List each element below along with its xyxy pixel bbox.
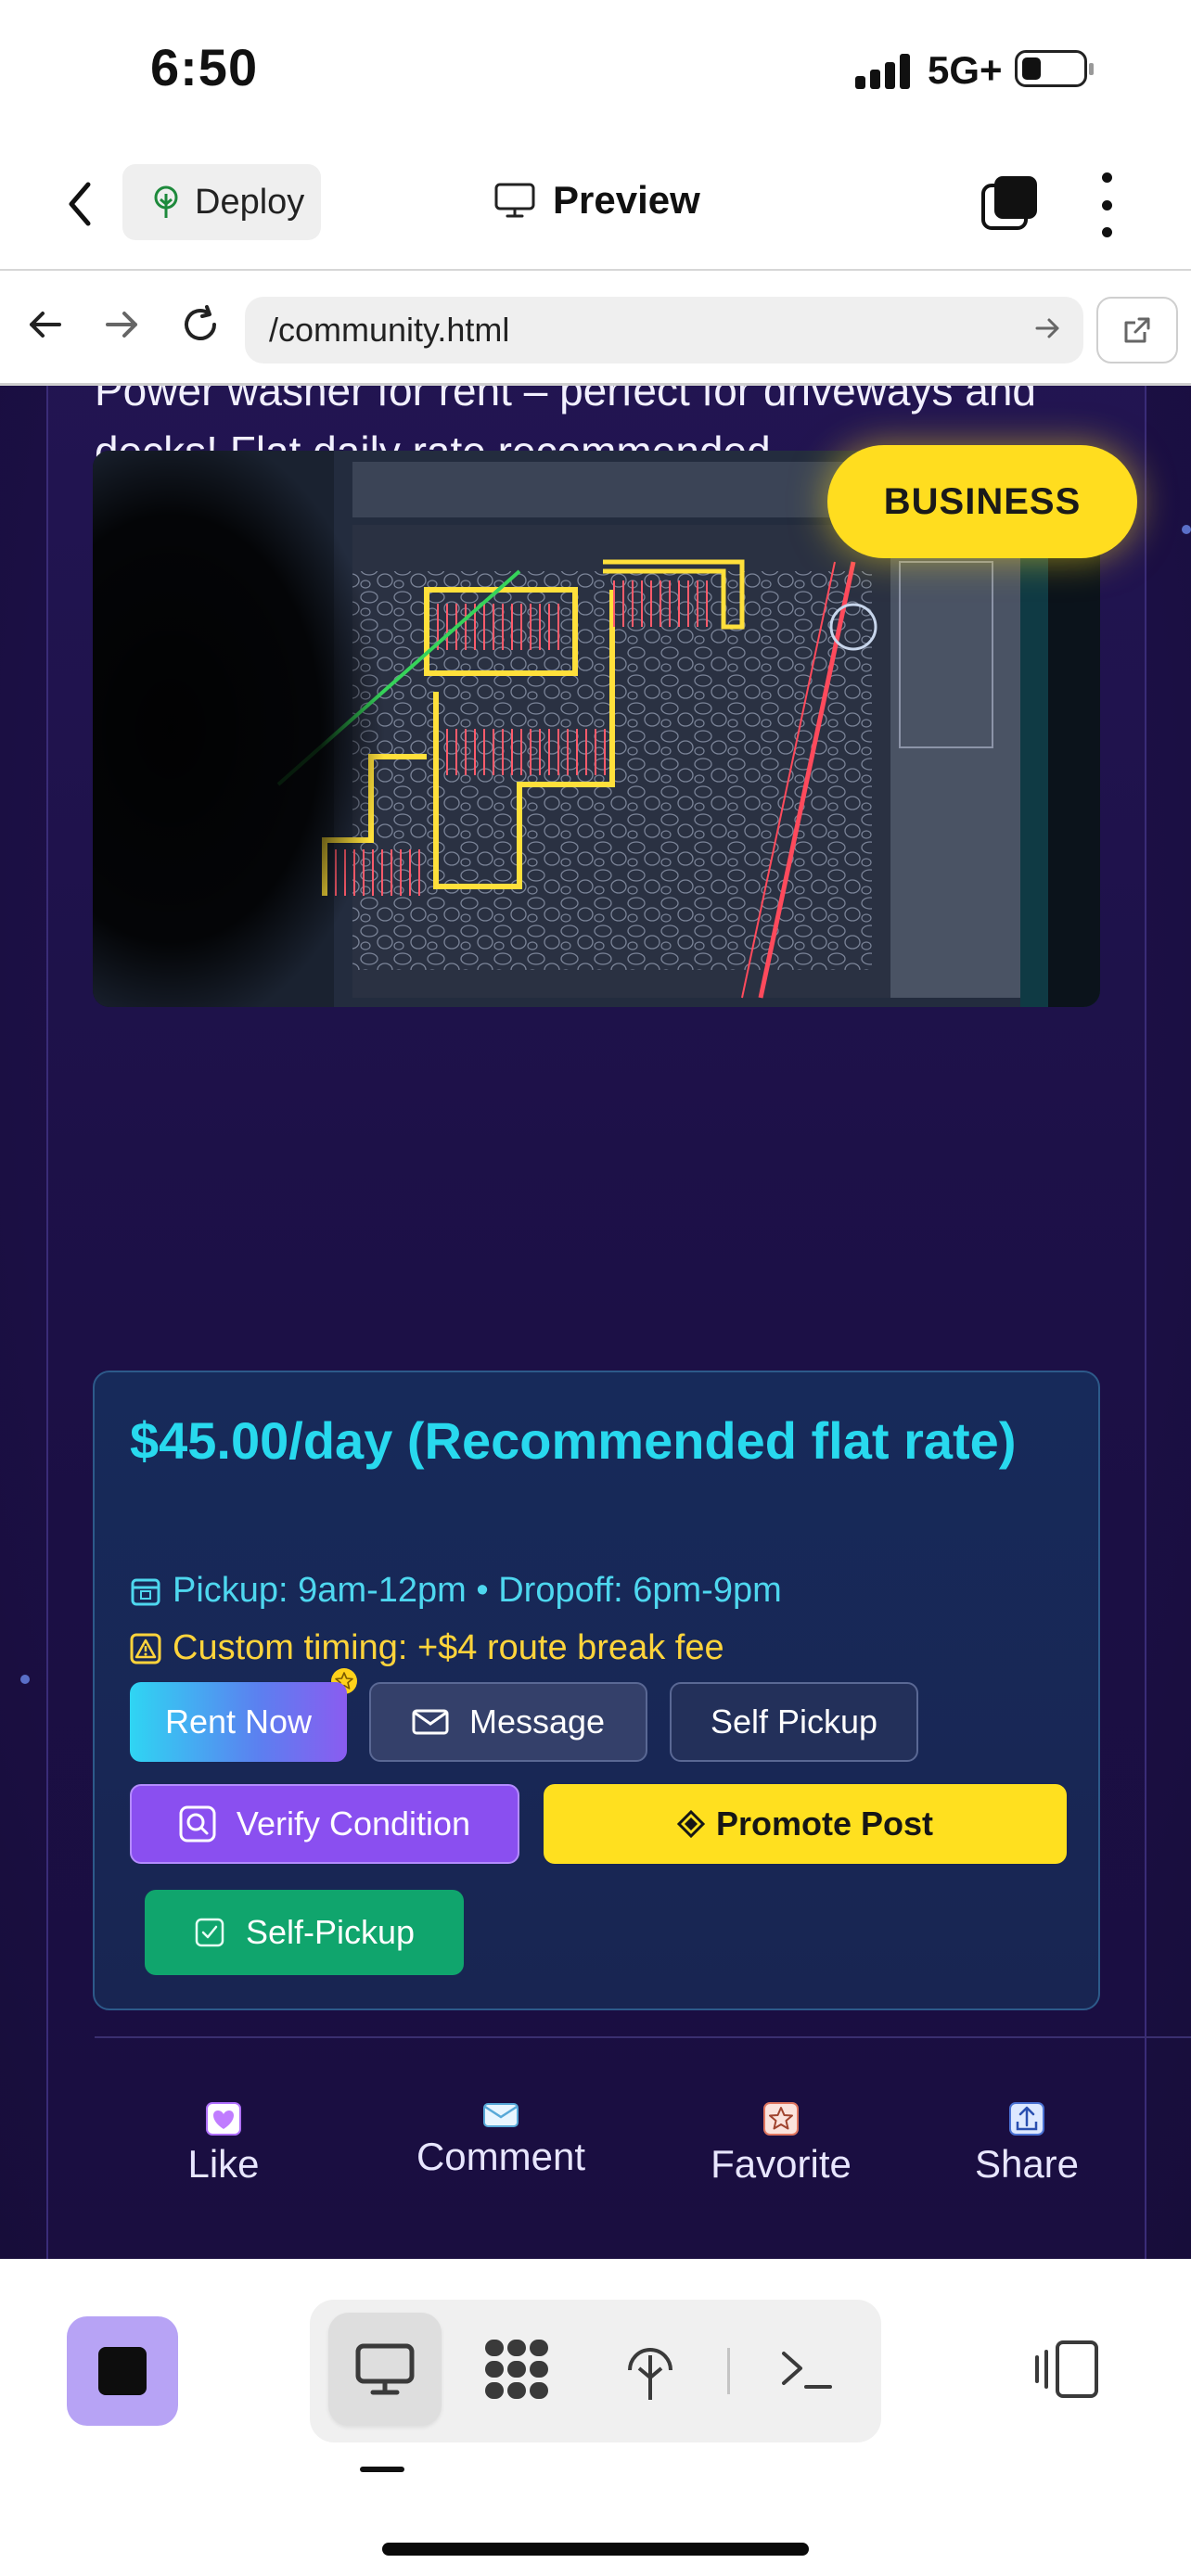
- nodes-icon: [485, 2340, 548, 2399]
- toolbar-separator: [727, 2348, 730, 2394]
- self-pickup-alt-label: Self-Pickup: [245, 1913, 416, 1951]
- custom-timing-info: Custom timing: +$4 route break fee: [130, 1628, 724, 1668]
- reload-icon: [185, 305, 216, 340]
- deploy-label: Deploy: [195, 182, 305, 222]
- message-button[interactable]: Message: [369, 1682, 647, 1762]
- favorite-button[interactable]: Favorite: [699, 2101, 863, 2187]
- app-bar: Deploy Preview: [0, 139, 1191, 271]
- arrow-right-icon: [106, 312, 137, 338]
- message-label: Message: [468, 1702, 606, 1741]
- tree-icon: [154, 185, 178, 218]
- share-icon: [1009, 2102, 1044, 2136]
- arrow-left-icon: [30, 312, 61, 338]
- chevron-left-icon: [69, 182, 91, 226]
- external-link-icon: [1124, 317, 1150, 343]
- post-card: Power washer for rent – perfect for driv…: [46, 386, 1191, 2259]
- tree-icon: [628, 2348, 672, 2400]
- bottom-toolbar: [0, 2259, 1191, 2576]
- card-divider: [95, 2036, 1191, 2038]
- browser-url-bar: /community.html: [0, 273, 1191, 386]
- favorite-label: Favorite: [711, 2142, 852, 2186]
- price-panel: $45.00/day (Recommended flat rate) Picku…: [93, 1371, 1100, 2010]
- verify-condition-button[interactable]: Verify Condition: [130, 1784, 519, 1864]
- deploy-button[interactable]: Deploy: [122, 164, 321, 240]
- share-label: Share: [974, 2142, 1080, 2186]
- search-icon: [179, 1805, 216, 1843]
- heart-icon: [206, 2102, 241, 2136]
- like-label: Like: [187, 2142, 260, 2186]
- panels-icon[interactable]: [1033, 2339, 1100, 2400]
- battery-icon: [1015, 50, 1094, 87]
- active-tab-indicator: [360, 2467, 404, 2472]
- side-indicator-dot: [1182, 525, 1191, 534]
- preview-label: Preview: [553, 178, 700, 222]
- warning-icon: [130, 1633, 161, 1664]
- deploy-tool-button[interactable]: [594, 2313, 707, 2426]
- rent-now-label: Rent Now: [164, 1702, 313, 1741]
- comment-button[interactable]: Comment: [408, 2101, 594, 2179]
- stop-button[interactable]: [67, 2316, 178, 2426]
- envelope-icon: [483, 2103, 519, 2127]
- browser-forward-button[interactable]: [98, 300, 147, 349]
- more-options-icon[interactable]: [1095, 172, 1119, 237]
- home-indicator[interactable]: [382, 2543, 809, 2556]
- star-icon: [763, 2102, 799, 2136]
- side-indicator-dot: [20, 1675, 30, 1684]
- workflow-tool-button[interactable]: [460, 2313, 573, 2426]
- back-button[interactable]: [58, 176, 102, 232]
- self-pickup-button[interactable]: Self Pickup: [670, 1682, 918, 1762]
- diamond-icon: [676, 1810, 705, 1838]
- checkbox-icon: [195, 1918, 224, 1947]
- verify-condition-label: Verify Condition: [236, 1804, 471, 1843]
- monitor-icon: [494, 183, 535, 218]
- console-tool-button[interactable]: [749, 2313, 863, 2426]
- signal-icon: [855, 54, 910, 89]
- preview-title: Preview: [493, 178, 700, 223]
- share-button[interactable]: Share: [967, 2101, 1087, 2187]
- reload-button[interactable]: [176, 300, 224, 349]
- like-button[interactable]: Like: [169, 2101, 278, 2187]
- pickup-info: Pickup: 9am-12pm • Dropoff: 6pm-9pm: [130, 1571, 782, 1611]
- open-external-button[interactable]: [1096, 297, 1178, 363]
- terminal-icon: [782, 2352, 832, 2389]
- monitor-icon: [355, 2343, 415, 2395]
- calendar-icon: [131, 1578, 160, 1605]
- view-switcher: [310, 2300, 881, 2442]
- comment-label: Comment: [416, 2135, 586, 2178]
- url-text: /community.html: [269, 311, 510, 349]
- stop-icon: [98, 2347, 147, 2395]
- network-type: 5G+: [928, 48, 1003, 92]
- pickup-info-text: Pickup: 9am-12pm • Dropoff: 6pm-9pm: [173, 1571, 782, 1610]
- promote-post-button[interactable]: Promote Post: [544, 1784, 1067, 1864]
- self-pickup-label: Self Pickup: [710, 1702, 878, 1741]
- post-actions: Like Comment Favorite Share: [95, 2101, 1191, 2203]
- url-input[interactable]: /community.html: [245, 297, 1083, 363]
- self-pickup-alt-button[interactable]: Self-Pickup: [145, 1890, 464, 1975]
- go-arrow-icon[interactable]: [1033, 313, 1063, 343]
- browser-back-button[interactable]: [20, 300, 69, 349]
- business-badge: BUSINESS: [827, 445, 1137, 558]
- custom-timing-text: Custom timing: +$4 route break fee: [173, 1628, 724, 1667]
- envelope-icon: [412, 1709, 449, 1735]
- preview-tool-button[interactable]: [328, 2313, 442, 2426]
- tabs-icon[interactable]: [980, 174, 1041, 232]
- status-time: 6:50: [150, 38, 259, 96]
- rent-now-button[interactable]: Rent Now: [130, 1682, 347, 1762]
- promote-post-label: Promote Post: [715, 1804, 934, 1843]
- price-text: $45.00/day (Recommended flat rate): [130, 1411, 1017, 1470]
- web-content: Power washer for rent – perfect for driv…: [0, 386, 1191, 2259]
- status-bar: 6:50 5G+: [0, 0, 1191, 139]
